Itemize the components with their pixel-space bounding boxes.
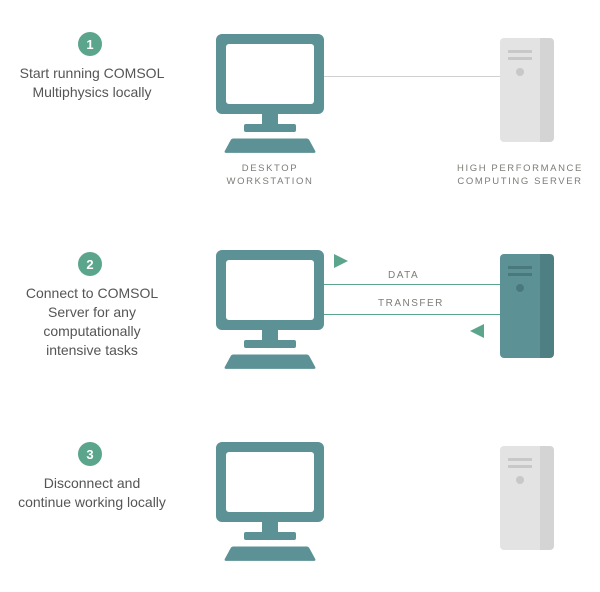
server-tower-icon — [500, 254, 554, 358]
step-badge-1: 1 — [78, 32, 102, 56]
workstation-monitor-icon — [216, 34, 324, 114]
step-text-3: Disconnect and continue working locally — [18, 474, 166, 512]
data-line-bottom-icon — [324, 314, 500, 315]
workstation-neck-icon — [262, 114, 278, 124]
workstation-base-icon — [244, 532, 296, 540]
arrow-left-icon — [470, 324, 484, 338]
step-badge-3: 3 — [78, 442, 102, 466]
transfer-label-top: DATA — [388, 270, 419, 281]
step-3-graphic — [184, 432, 584, 592]
arrow-right-icon — [334, 254, 348, 268]
step-badge-2: 2 — [78, 252, 102, 276]
workstation-neck-icon — [262, 330, 278, 340]
server-tower-icon — [500, 38, 554, 142]
workstation-base-icon — [244, 124, 296, 132]
step-1: 1 Start running COMSOL Multiphysics loca… — [0, 24, 600, 204]
server-caption: HIGH PERFORMANCE COMPUTING SERVER — [456, 162, 584, 189]
diagram-root: 1 Start running COMSOL Multiphysics loca… — [0, 0, 600, 586]
step-text-1: Start running COMSOL Multiphysics locall… — [18, 64, 166, 102]
data-line-top-icon — [324, 284, 500, 285]
workstation-monitor-icon — [216, 250, 324, 330]
step-text-2: Connect to COMSOL Server for any computa… — [18, 284, 166, 360]
workstation-keyboard-icon — [224, 547, 317, 561]
workstation-caption: DESKTOP WORKSTATION — [206, 162, 334, 189]
server-tower-icon — [500, 446, 554, 550]
step-2-graphic: DATA TRANSFER — [184, 240, 584, 400]
step-3: 3 Disconnect and continue working locall… — [0, 432, 600, 582]
workstation-monitor-icon — [216, 442, 324, 522]
workstation-neck-icon — [262, 522, 278, 532]
workstation-base-icon — [244, 340, 296, 348]
workstation-keyboard-icon — [224, 355, 317, 369]
connector-line-icon — [324, 76, 500, 77]
step-1-graphic: DESKTOP WORKSTATION HIGH PERFORMANCE COM… — [184, 24, 584, 184]
transfer-label-bottom: TRANSFER — [378, 298, 444, 309]
workstation-keyboard-icon — [224, 139, 317, 153]
step-2: 2 Connect to COMSOL Server for any compu… — [0, 240, 600, 400]
